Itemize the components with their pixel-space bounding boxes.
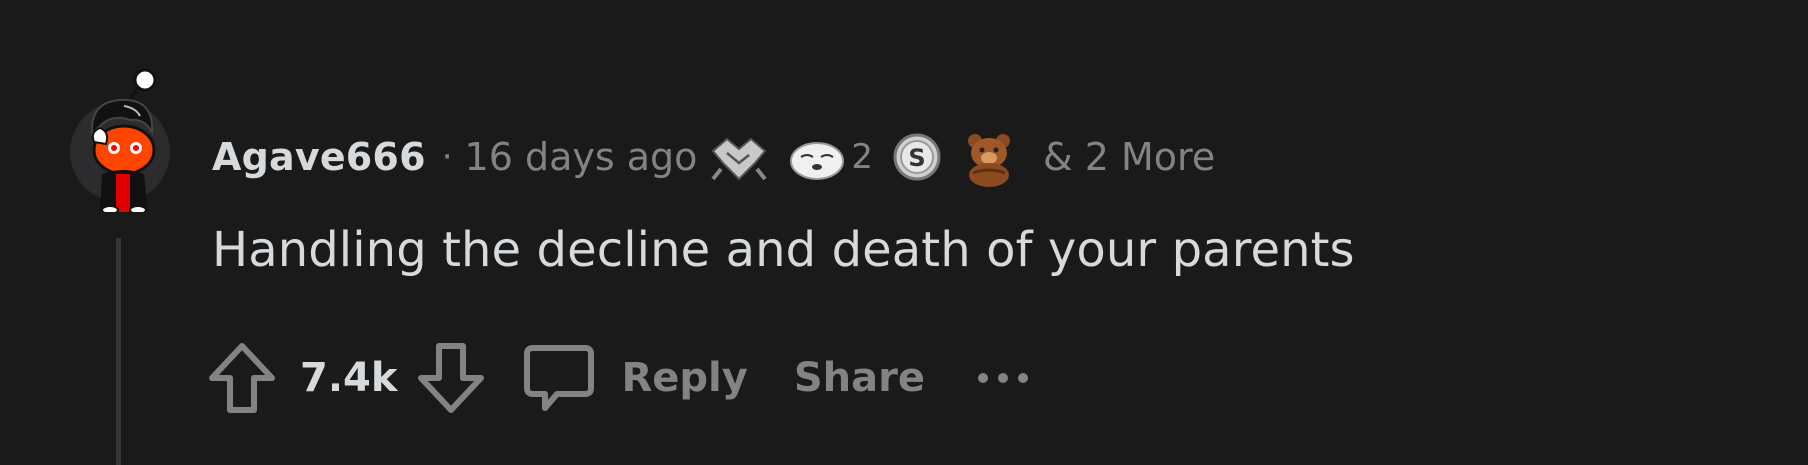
- thread-collapse-line[interactable]: [116, 238, 121, 465]
- share-button[interactable]: Share: [794, 355, 925, 401]
- vote-score: 7.4k: [300, 355, 398, 401]
- downvote-arrow-icon: [418, 343, 485, 413]
- reply-label: Reply: [621, 355, 748, 401]
- meta-separator: ·: [441, 137, 453, 177]
- awards-list: 2 S: [709, 127, 1035, 187]
- comment-body: Handling the decline and death of your p…: [212, 222, 1355, 278]
- handshake-award-icon: [711, 137, 767, 181]
- downvote-button[interactable]: [415, 340, 487, 416]
- ellipsis-icon: [977, 373, 1028, 383]
- more-awards-link[interactable]: & 2 More: [1043, 135, 1215, 179]
- upvote-arrow-icon: [209, 343, 275, 413]
- more-options-button[interactable]: [975, 368, 1031, 388]
- comment-bubble-icon: [524, 345, 595, 411]
- comment-action-bar: 7.4k Reply Share: [206, 338, 1031, 418]
- silver-award-icon: S: [893, 133, 941, 181]
- bear-award-icon: [968, 134, 1011, 187]
- comment: Agave666 · 16 days ago 2 S & 2 More Hand…: [0, 0, 1808, 465]
- upvote-button[interactable]: [206, 340, 278, 416]
- award-handshake[interactable]: [709, 129, 769, 185]
- award-bear[interactable]: [961, 127, 1017, 187]
- comment-header: Agave666 · 16 days ago 2 S & 2 More: [212, 122, 1215, 192]
- avatar[interactable]: [70, 62, 186, 215]
- username-link[interactable]: Agave666: [212, 135, 426, 179]
- award-silver[interactable]: S: [891, 129, 943, 185]
- award-seal[interactable]: 2: [787, 129, 873, 185]
- seal-award-icon: [790, 142, 845, 180]
- award-count: 2: [851, 137, 874, 177]
- timestamp-link[interactable]: 16 days ago: [465, 135, 698, 179]
- svg-text:S: S: [908, 144, 925, 172]
- reply-button[interactable]: Reply: [523, 342, 748, 414]
- snoo-avatar-icon: [70, 68, 170, 215]
- share-label: Share: [793, 355, 925, 401]
